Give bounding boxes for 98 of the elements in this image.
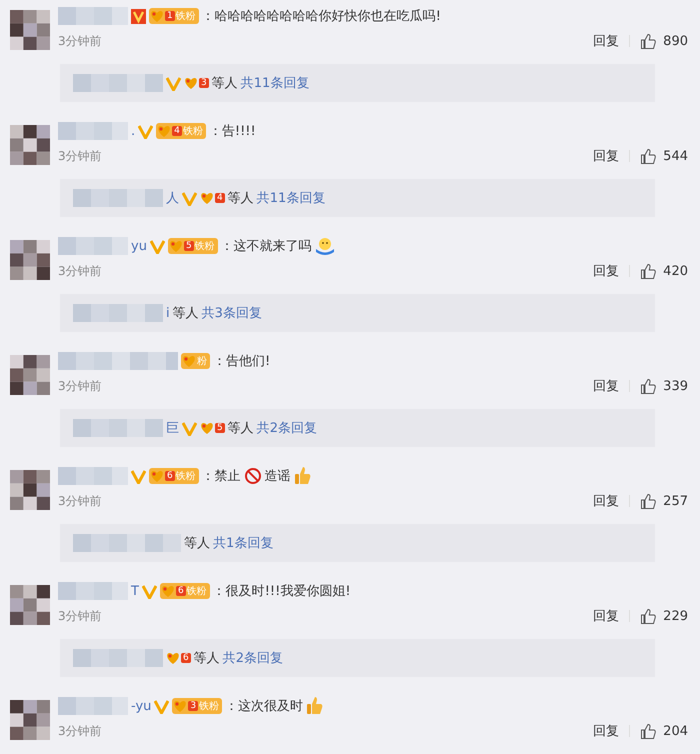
fan-badge: 5 (200, 421, 225, 435)
timestamp: 3分钟前 (58, 492, 102, 510)
fan-badge: 3 铁粉 (172, 698, 222, 714)
fan-badge: 6 铁粉 (160, 583, 210, 599)
verified-badge-icon (131, 468, 146, 484)
reply-summary-bar[interactable]: 人 4 等人 共11条回复 (60, 179, 655, 217)
verified-badge-icon (182, 420, 197, 436)
username[interactable]: -yu (131, 698, 152, 714)
others-label: 等人 (172, 305, 199, 322)
thumbs-up-icon (306, 696, 324, 716)
avatar[interactable] (10, 240, 50, 280)
fan-badge: 6 (166, 651, 191, 665)
reply-button[interactable]: 回复 (593, 147, 620, 165)
comment-text: ：这不就来了吗 (220, 238, 312, 255)
timestamp: 3分钟前 (58, 722, 102, 740)
timestamp: 3分钟前 (58, 148, 102, 164)
reply-count-link[interactable]: 共1条回复 (213, 534, 274, 552)
others-label: 等人 (194, 650, 220, 667)
fan-badge: 4 (200, 191, 225, 205)
comment-text: 造谣 (264, 468, 291, 485)
like-icon[interactable] (640, 148, 658, 164)
like-icon[interactable] (640, 262, 658, 280)
like-count: 229 (663, 608, 688, 624)
avatar[interactable] (10, 125, 50, 165)
blurred-username (58, 237, 128, 255)
reply-count-link[interactable]: 共11条回复 (240, 74, 310, 92)
reply-count-link[interactable]: 共11条回复 (256, 189, 326, 207)
prohibited-icon (244, 467, 262, 485)
reply-summary-bar[interactable]: 巨 5 等人 共2条回复 (60, 409, 655, 447)
comment-text: ：告!!!! (208, 123, 256, 140)
fan-badge: 粉 (181, 353, 210, 369)
comment-text: ：这次很及时 (225, 698, 304, 715)
fan-badge: 4 铁粉 (156, 123, 206, 139)
timestamp: 3分钟前 (58, 608, 102, 624)
like-icon[interactable] (640, 608, 658, 624)
others-label: 等人 (228, 190, 254, 207)
comment-text: ：告他们! (213, 353, 270, 370)
reply-summary-bar[interactable]: 3 等人 共11条回复 (60, 64, 655, 102)
username[interactable]: i (166, 306, 170, 320)
blurred-username (58, 7, 128, 25)
like-count: 420 (663, 264, 688, 278)
username[interactable]: 人 (166, 189, 179, 207)
blurred-username (58, 697, 128, 715)
like-icon[interactable] (640, 378, 658, 394)
like-count: 204 (663, 724, 688, 738)
comment-text: ：哈哈哈哈哈哈哈哈你好快你也在吃瓜吗! (202, 8, 441, 25)
username[interactable]: . (131, 124, 136, 138)
hug-emoji-icon (314, 237, 335, 255)
verified-badge-icon (154, 698, 170, 714)
reply-button[interactable]: 回复 (593, 492, 620, 510)
like-count: 257 (663, 494, 688, 508)
verified-badge-icon (166, 76, 181, 90)
like-icon[interactable] (640, 722, 658, 740)
avatar[interactable] (10, 700, 50, 740)
others-label: 等人 (228, 420, 254, 437)
like-count: 339 (663, 378, 688, 394)
reply-count-link[interactable]: 共3条回复 (202, 304, 262, 322)
reply-summary-bar[interactable]: 6 等人 共2条回复 (60, 639, 655, 677)
like-count: 890 (663, 34, 688, 48)
timestamp: 3分钟前 (58, 262, 102, 280)
reply-button[interactable]: 回复 (593, 32, 620, 50)
verified-badge-icon (182, 190, 197, 206)
username[interactable]: T (131, 584, 139, 598)
verified-badge-icon (142, 584, 157, 598)
blurred-username (58, 582, 128, 600)
blurred-username (58, 467, 128, 485)
like-count: 544 (663, 148, 688, 164)
others-label: 等人 (212, 75, 238, 92)
fan-badge: 1 铁粉 (149, 8, 199, 24)
verified-badge-icon (138, 124, 154, 138)
comment-text: ：很及时!!!我爱你圆姐! (212, 583, 351, 600)
verified-badge-icon (150, 238, 165, 254)
reply-button[interactable]: 回复 (593, 607, 620, 625)
comment-text: ：禁止 (202, 468, 241, 485)
reply-button[interactable]: 回复 (593, 377, 620, 395)
avatar[interactable] (10, 10, 50, 50)
like-icon[interactable] (640, 492, 658, 510)
avatar[interactable] (10, 355, 50, 395)
verified-badge-icon (131, 8, 146, 24)
username[interactable]: 巨 (166, 419, 179, 437)
username[interactable]: yu (131, 238, 147, 254)
fan-badge: 3 (184, 76, 209, 90)
fan-badge: 5 铁粉 (168, 238, 218, 254)
avatar[interactable] (10, 585, 50, 625)
reply-button[interactable]: 回复 (593, 722, 620, 740)
timestamp: 3分钟前 (58, 378, 102, 394)
timestamp: 3分钟前 (58, 32, 102, 50)
reply-count-link[interactable]: 共2条回复 (256, 419, 318, 437)
others-label: 等人 (184, 535, 210, 552)
avatar[interactable] (10, 470, 50, 510)
like-icon[interactable] (640, 32, 658, 50)
thumbs-up-icon (294, 466, 312, 486)
reply-button[interactable]: 回复 (593, 262, 620, 280)
reply-count-link[interactable]: 共2条回复 (222, 649, 284, 667)
reply-summary-bar[interactable]: 等人 共1条回复 (60, 524, 655, 562)
reply-summary-bar[interactable]: i 等人 共3条回复 (60, 294, 655, 332)
blurred-username (58, 122, 128, 140)
fan-badge: 6 铁粉 (149, 468, 199, 484)
